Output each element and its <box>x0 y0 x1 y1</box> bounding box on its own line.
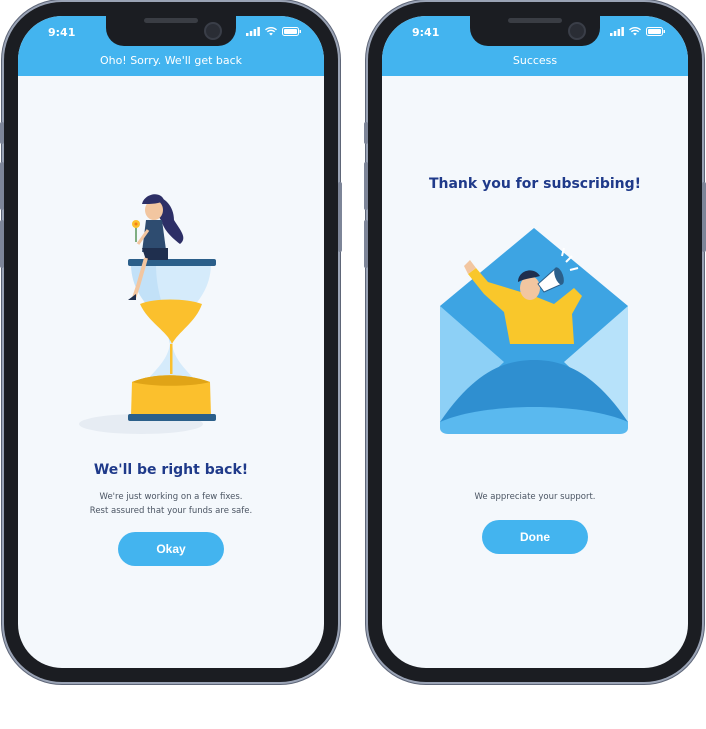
hourglass-illustration <box>79 194 216 434</box>
message-text: We're just working on a few fixes. Rest … <box>18 490 324 518</box>
notch <box>470 16 600 46</box>
phone-frame-left: 9:41 Oho! Sorry. We'll get back We'll be… <box>0 2 342 682</box>
header-title: Oho! Sorry. We'll get back <box>99 54 243 67</box>
notch <box>106 16 236 46</box>
message-line-2: Rest assured that your funds are safe. <box>89 506 253 516</box>
speaker <box>508 18 562 23</box>
mute-switch <box>0 122 4 144</box>
wifi-icon <box>265 27 277 36</box>
phone-frame-right: 9:41 Success Thank you for subscribing! <box>364 2 706 682</box>
volume-up-button <box>0 162 4 210</box>
volume-up-button <box>364 162 368 210</box>
power-button <box>338 182 342 252</box>
okay-button[interactable]: Okay <box>118 532 224 566</box>
signal-icon <box>246 27 260 36</box>
screen-success: 9:41 Success Thank you for subscribing! <box>382 16 688 668</box>
done-button[interactable]: Done <box>482 520 588 554</box>
volume-down-button <box>0 220 4 268</box>
status-icons <box>610 27 666 36</box>
mute-switch <box>364 122 368 144</box>
status-time: 9:41 <box>412 26 440 39</box>
volume-down-button <box>364 220 368 268</box>
front-camera <box>568 22 586 40</box>
envelope-megaphone-illustration <box>440 228 628 434</box>
header-title: Success <box>512 54 558 67</box>
message-text: We appreciate your support. <box>474 492 596 502</box>
battery-icon <box>282 27 301 36</box>
page-heading: We'll be right back! <box>93 462 249 478</box>
signal-icon <box>610 27 624 36</box>
speaker <box>144 18 198 23</box>
status-time: 9:41 <box>48 26 76 39</box>
power-button <box>702 182 706 252</box>
wifi-icon <box>629 27 641 36</box>
battery-icon <box>646 27 665 36</box>
page-heading: Thank you for subscribing! <box>428 176 642 192</box>
message-line-1: We're just working on a few fixes. <box>99 492 243 502</box>
screen-maintenance: 9:41 Oho! Sorry. We'll get back We'll be… <box>18 16 324 668</box>
status-icons <box>246 27 302 36</box>
front-camera <box>204 22 222 40</box>
